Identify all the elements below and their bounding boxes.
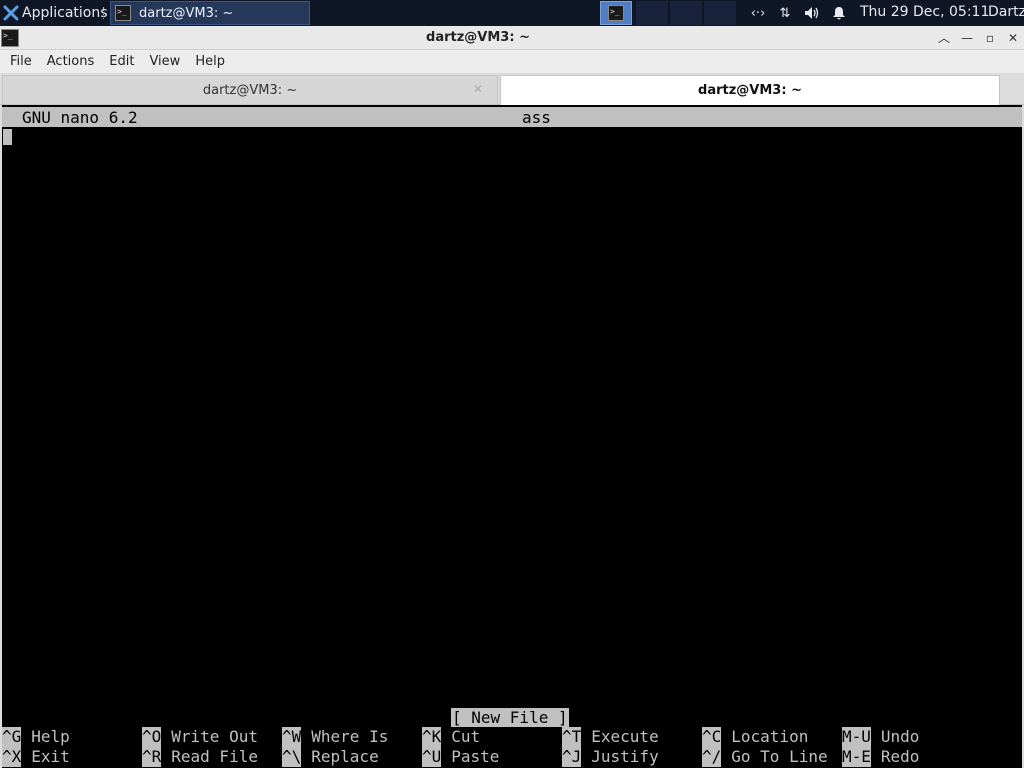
terminal-view[interactable]: GNU nano 6.2 ass [ New File ] ^G Help ^O W… (0, 105, 1024, 768)
shortcut-label: Cut (451, 727, 481, 746)
workspace-4-button[interactable] (704, 1, 736, 25)
shortcut-key: ^O (142, 727, 162, 747)
menu-edit[interactable]: Edit (109, 54, 134, 69)
workspace-1-button[interactable] (600, 1, 632, 25)
menu-file[interactable]: File (10, 54, 32, 69)
shortcut-label: Exit (31, 747, 70, 766)
shortcut-label: Justify (591, 747, 659, 766)
shortcut-key: ^G (2, 727, 22, 747)
shortcut-label: Help (31, 727, 70, 746)
chevron-up-icon[interactable]: ︿ (935, 29, 953, 47)
close-button[interactable]: ✕ (1004, 29, 1022, 47)
window-title: dartz@VM3: ~ (426, 30, 530, 45)
notification-bell-icon[interactable] (829, 3, 849, 23)
nano-title-bar: GNU nano 6.2 ass (2, 107, 1022, 127)
close-icon[interactable]: ✕ (473, 82, 483, 96)
shortcut-cut[interactable]: ^K Cut (422, 727, 480, 747)
shortcut-read-file[interactable]: ^R Read File (142, 747, 258, 767)
tab-terminal-2[interactable]: dartz@VM3: ~ (500, 75, 1000, 105)
top-panel: Applications dartz@VM3: ~ ‹·› ⇅ Thu 29 D… (0, 0, 1024, 26)
minimize-button[interactable]: — (958, 29, 976, 47)
shortcut-key: M-U (842, 727, 871, 747)
shortcut-label: Go To Line (731, 747, 828, 766)
applications-label: Applications (22, 5, 108, 21)
panel-separator (103, 7, 106, 19)
shortcut-label: Paste (451, 747, 500, 766)
shortcut-key: ^/ (702, 747, 722, 767)
shortcut-label: Read File (171, 747, 258, 766)
network-transfer-icon[interactable]: ⇅ (775, 3, 795, 23)
taskbar-window-button[interactable]: dartz@VM3: ~ (110, 1, 310, 25)
menu-help[interactable]: Help (195, 54, 225, 69)
shortcut-undo[interactable]: M-U Undo (842, 727, 919, 747)
workspace-2-button[interactable] (636, 1, 668, 25)
shortcut-label: Location (731, 727, 809, 746)
shortcut-help[interactable]: ^G Help (2, 727, 70, 747)
network-ethernet-icon[interactable]: ‹·› (748, 3, 768, 23)
shortcut-label: Replace (311, 747, 379, 766)
shortcut-label: Undo (880, 727, 920, 746)
maximize-button[interactable]: ▫ (981, 29, 999, 47)
shortcut-key: ^K (422, 727, 442, 747)
xfce-logo-icon (3, 5, 19, 21)
nano-version: GNU nano 6.2 (22, 108, 138, 127)
workspace-3-button[interactable] (670, 1, 702, 25)
shortcut-key: ^T (562, 727, 582, 747)
shortcut-go-to-line[interactable]: ^/ Go To Line (702, 747, 828, 767)
menu-actions[interactable]: Actions (47, 54, 95, 69)
system-tray: ‹·› ⇅ (748, 0, 856, 26)
terminal-border-left (0, 105, 2, 768)
clock[interactable]: Thu 29 Dec, 05:11 (860, 4, 989, 20)
terminal-icon (608, 5, 624, 21)
shortcut-redo[interactable]: M-E Redo (842, 747, 919, 767)
shortcut-key: ^W (282, 727, 302, 747)
shortcut-key: ^R (142, 747, 162, 767)
terminal-icon (115, 5, 131, 21)
window-titlebar[interactable]: dartz@VM3: ~ ︿ — ▫ ✕ (0, 26, 1024, 50)
shortcut-row-2: ^X Exit ^R Read File ^\ Replace ^U Paste ^J J… (2, 747, 1022, 767)
shortcut-key: ^X (2, 747, 22, 767)
shortcut-key: ^\ (282, 747, 302, 767)
menu-view[interactable]: View (149, 54, 180, 69)
shortcut-exit[interactable]: ^X Exit (2, 747, 70, 767)
shortcut-label: Where Is (311, 727, 389, 746)
text-cursor (3, 129, 12, 145)
shortcut-row-1: ^G Help ^O Write Out ^W Where Is ^K Cut ^T Ex… (2, 727, 1022, 747)
shortcut-label: Execute (591, 727, 659, 746)
tab-bar: dartz@VM3: ~ ✕ dartz@VM3: ~ (0, 73, 1024, 105)
tab-terminal-1[interactable]: dartz@VM3: ~ ✕ (2, 75, 498, 105)
shortcut-label: Redo (880, 747, 920, 766)
menubar: File Actions Edit View Help (0, 50, 1024, 73)
applications-menu-button[interactable]: Applications (0, 0, 108, 26)
tab-label: dartz@VM3: ~ (698, 83, 802, 98)
volume-icon[interactable] (802, 3, 822, 23)
nano-status-message: [ New File ] (451, 708, 569, 727)
nano-filename: ass (522, 108, 551, 127)
shortcut-key: ^J (562, 747, 582, 767)
tab-label: dartz@VM3: ~ (202, 82, 298, 98)
shortcut-justify[interactable]: ^J Justify (562, 747, 659, 767)
shortcut-paste[interactable]: ^U Paste (422, 747, 499, 767)
shortcut-where-is[interactable]: ^W Where Is (282, 727, 388, 747)
shortcut-write-out[interactable]: ^O Write Out (142, 727, 258, 747)
shortcut-key: M-E (842, 747, 871, 767)
shortcut-label: Write Out (171, 727, 258, 746)
user-menu[interactable]: Dartz (988, 4, 1024, 20)
shortcut-key: ^C (702, 727, 722, 747)
taskbar-window-label: dartz@VM3: ~ (139, 5, 234, 21)
shortcut-location[interactable]: ^C Location (702, 727, 808, 747)
shortcut-execute[interactable]: ^T Execute (562, 727, 659, 747)
shortcut-key: ^U (422, 747, 442, 767)
shortcut-replace[interactable]: ^\ Replace (282, 747, 379, 767)
